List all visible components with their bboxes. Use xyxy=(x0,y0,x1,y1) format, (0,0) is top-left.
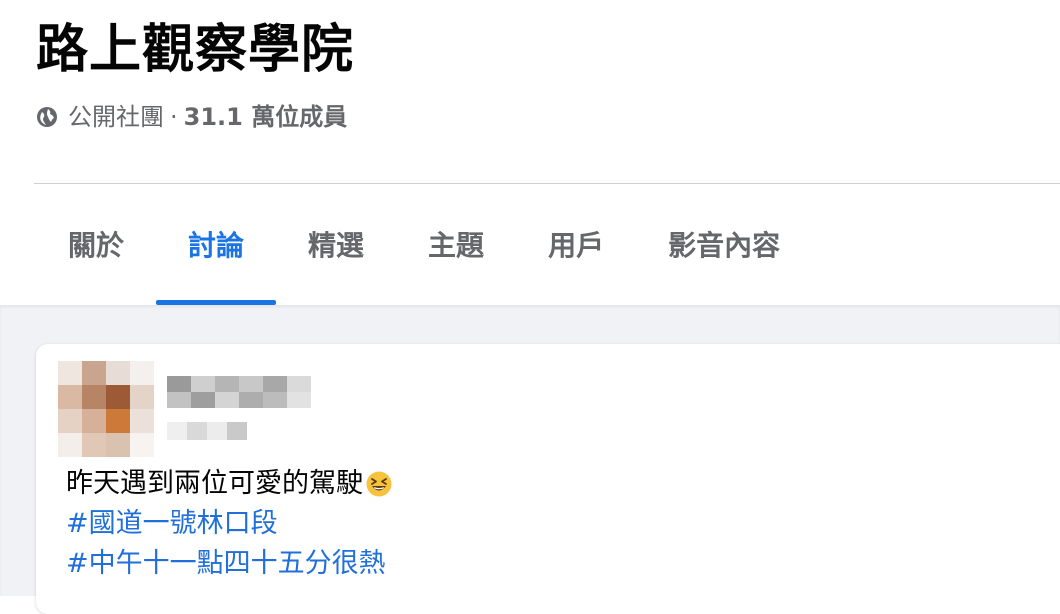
hashtag-link[interactable]: #中午十一點四十五分很熱 xyxy=(66,544,386,584)
author-name-blurred[interactable] xyxy=(167,376,311,408)
post-meta-blurred xyxy=(167,422,247,440)
tab-featured[interactable]: 精選 xyxy=(276,210,396,282)
post-body: 昨天遇到兩位可愛的駕駛 #國道一號林口段 #中午十一點四十五分很熱 xyxy=(66,464,393,584)
header-divider xyxy=(34,183,1060,184)
grinning-squinting-face-emoji-icon xyxy=(366,471,392,497)
group-meta: 公開社團 · 31.1 萬位成員 xyxy=(36,99,347,135)
group-title[interactable]: 路上觀察學院 xyxy=(36,14,354,86)
post-text-line: 昨天遇到兩位可愛的駕駛 xyxy=(66,464,393,504)
hashtag-link[interactable]: #國道一號林口段 xyxy=(66,504,278,544)
hashtag-line: #國道一號林口段 xyxy=(66,504,393,544)
globe-icon xyxy=(37,107,57,127)
tab-topics[interactable]: 主題 xyxy=(396,210,516,282)
meta-separator: · xyxy=(170,103,178,131)
privacy-label: 公開社團 xyxy=(68,103,164,131)
tab-members[interactable]: 用戶 xyxy=(516,210,636,282)
tab-media[interactable]: 影音內容 xyxy=(636,210,812,282)
post-card: 昨天遇到兩位可愛的駕駛 #國道一號林口段 #中午十一點四十五分很熱 xyxy=(36,344,1060,614)
avatar[interactable] xyxy=(58,361,154,457)
member-count[interactable]: 31.1 萬位成員 xyxy=(184,99,348,135)
group-tabs: 關於 討論 精選 主題 用戶 影音內容 xyxy=(36,210,812,305)
tab-discussion[interactable]: 討論 xyxy=(156,210,277,305)
tab-about[interactable]: 關於 xyxy=(36,210,156,282)
hashtag-line: #中午十一點四十五分很熱 xyxy=(66,544,393,584)
group-header: 路上觀察學院 公開社團 · 31.1 萬位成員 關於 討論 精選 主題 用戶 影… xyxy=(0,0,1060,305)
post-text: 昨天遇到兩位可愛的駕駛 xyxy=(66,468,363,499)
